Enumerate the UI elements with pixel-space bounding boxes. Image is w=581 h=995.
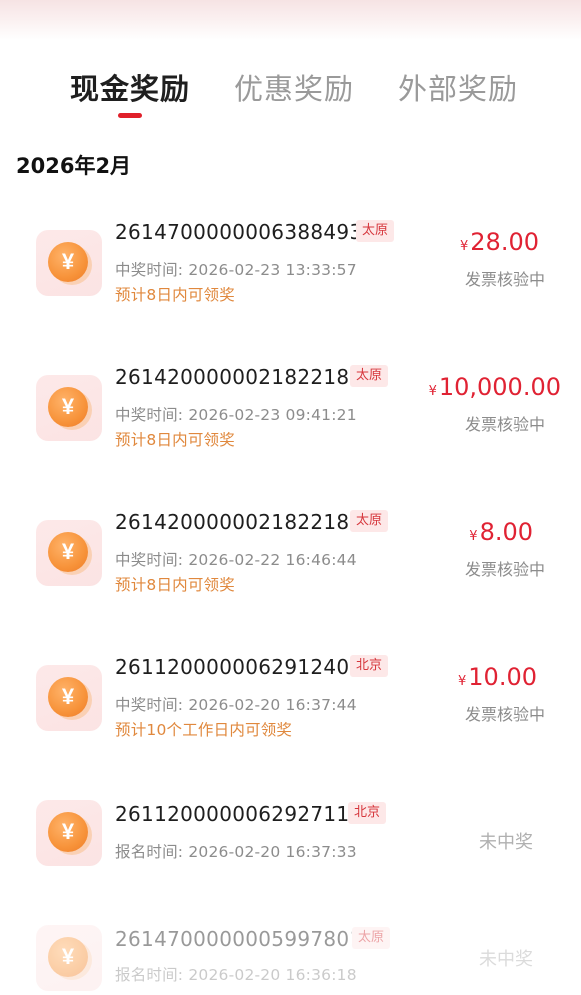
yen-coin-icon: ¥: [36, 230, 102, 296]
time-label: 中奖时间: 2026-02-23 09:41:21: [115, 406, 357, 424]
list-item[interactable]: ¥ 26112000000629124031 北京 中奖时间: 2026-02-…: [0, 643, 581, 753]
time-label: 中奖时间: 2026-02-23 13:33:57: [115, 261, 357, 279]
city-badge: 北京: [350, 655, 389, 677]
claim-note: 预计10个工作日内可领奖: [115, 721, 293, 739]
yen-coin-icon: ¥: [36, 925, 102, 991]
order-number: 26112000000629124031: [115, 655, 376, 679]
city-badge: 北京: [348, 802, 387, 824]
status-text: 发票核验中: [464, 705, 545, 724]
order-number: 26142000000218221861: [115, 510, 376, 534]
yen-coin-icon: ¥: [36, 375, 102, 441]
active-tab-indicator: [118, 113, 142, 118]
prize-amount: ¥10.00: [458, 663, 537, 691]
claim-note: 预计8日内可领奖: [115, 286, 235, 304]
status-text: 发票核验中: [464, 560, 545, 579]
list-item[interactable]: ¥ 26112000000629271136 北京 报名时间: 2026-02-…: [0, 790, 581, 900]
list-item[interactable]: ¥ 26142000000218221861 太原 中奖时间: 2026-02-…: [0, 498, 581, 608]
status-text: 未中奖: [479, 949, 533, 970]
prize-amount: ¥8.00: [469, 518, 533, 546]
order-number: 26112000000629271136: [115, 802, 376, 826]
claim-note: 预计8日内可领奖: [115, 431, 235, 449]
city-badge: 太原: [350, 510, 389, 532]
status-text: 未中奖: [479, 832, 533, 853]
list-item[interactable]: ¥ 26147000000063884935 太原 中奖时间: 2026-02-…: [0, 208, 581, 318]
city-badge: 太原: [350, 365, 389, 387]
yen-coin-icon: ¥: [36, 520, 102, 586]
time-label: 报名时间: 2026-02-20 16:37:33: [115, 843, 357, 861]
tab-coupon-reward[interactable]: 优惠奖励: [234, 66, 354, 108]
list-item[interactable]: ¥ 26147000000059978017 太原 报名时间: 2026-02-…: [0, 915, 581, 995]
month-header: 2026年2月: [16, 154, 132, 178]
status-text: 发票核验中: [464, 415, 545, 434]
time-label: 报名时间: 2026-02-20 16:36:18: [115, 966, 357, 984]
yen-coin-icon: ¥: [36, 800, 102, 866]
reward-tabs: 现金奖励 优惠奖励 外部奖励: [0, 60, 581, 120]
tab-external-reward[interactable]: 外部奖励: [398, 66, 518, 108]
prize-amount: ¥10,000.00: [428, 373, 561, 401]
order-number: 26142000000218221861: [115, 365, 376, 389]
city-badge: 太原: [352, 927, 391, 949]
time-label: 中奖时间: 2026-02-20 16:37:44: [115, 696, 357, 714]
prize-amount: ¥28.00: [460, 228, 539, 256]
claim-note: 预计8日内可领奖: [115, 576, 235, 594]
status-text: 发票核验中: [464, 270, 545, 289]
order-number: 26147000000063884935: [115, 220, 376, 244]
tab-cash-reward[interactable]: 现金奖励: [70, 66, 190, 108]
yen-coin-icon: ¥: [36, 665, 102, 731]
top-gradient-bar: [0, 0, 581, 40]
city-badge: 太原: [356, 220, 395, 242]
list-item[interactable]: ¥ 26142000000218221861 太原 中奖时间: 2026-02-…: [0, 353, 581, 463]
time-label: 中奖时间: 2026-02-22 16:46:44: [115, 551, 357, 569]
order-number: 26147000000059978017: [115, 927, 376, 951]
